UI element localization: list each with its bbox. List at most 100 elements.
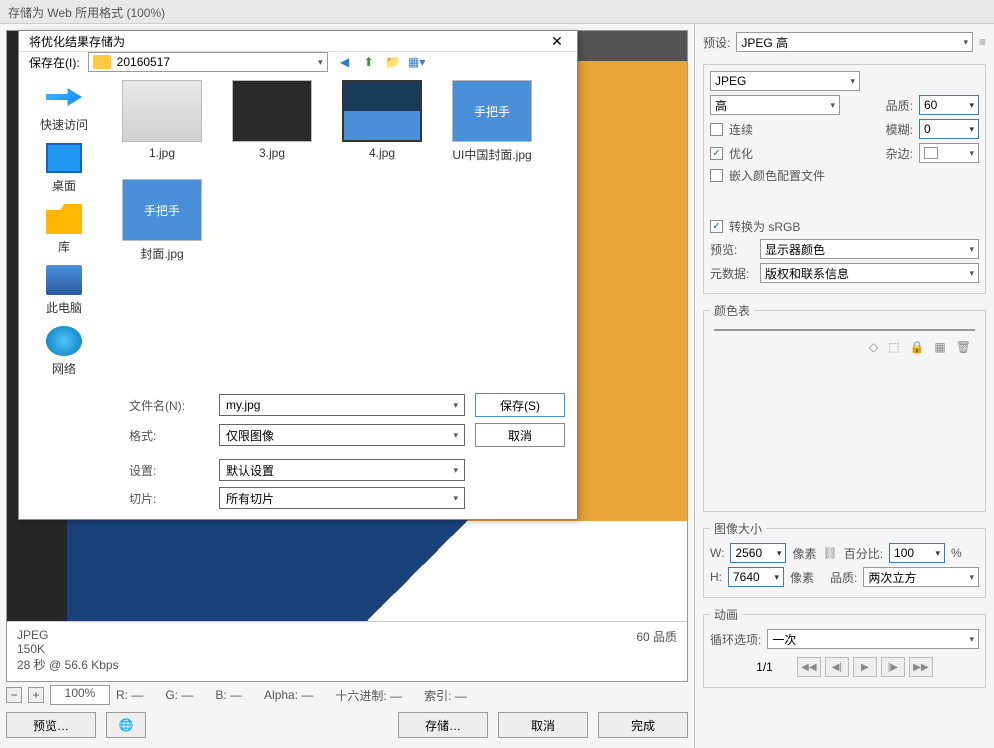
quality-level-select[interactable]: 高: [710, 95, 840, 115]
color-table-title: 颜色表: [710, 302, 754, 319]
file-item[interactable]: 手把手封面.jpg: [117, 179, 207, 262]
dialog-cancel-button[interactable]: 取消: [475, 423, 565, 447]
filename-input[interactable]: my.jpg: [219, 394, 465, 416]
preview-button[interactable]: 预览…: [6, 712, 96, 738]
optimize-checkbox[interactable]: [710, 147, 723, 160]
browser-preview-button[interactable]: 🌐: [106, 712, 146, 738]
folder-icon: [93, 55, 111, 69]
play-button[interactable]: ▶: [853, 657, 877, 677]
place-quick-access[interactable]: 快速访问: [40, 82, 88, 133]
zoom-out-button[interactable]: −: [6, 687, 22, 703]
zoom-select[interactable]: 100%: [50, 685, 110, 705]
preview-mode-label: 预览:: [710, 241, 754, 258]
preview-size: 150K: [17, 642, 677, 656]
srgb-checkbox[interactable]: [710, 220, 723, 233]
up-icon[interactable]: ⬆: [360, 53, 378, 71]
embed-profile-label: 嵌入颜色配置文件: [729, 167, 825, 184]
link-icon[interactable]: ⛓: [822, 546, 837, 560]
back-icon[interactable]: ◀: [336, 53, 354, 71]
format-select[interactable]: 仅限图像: [219, 424, 465, 446]
network-icon: [46, 326, 82, 356]
view-icon[interactable]: ▦▾: [408, 53, 426, 71]
srgb-label: 转换为 sRGB: [729, 218, 800, 235]
preview-mode-select[interactable]: 显示器颜色: [760, 239, 979, 259]
save-as-dialog: 将优化结果存储为 ✕ 保存在(I): 20160517 ◀ ⬆ 📁 ▦▾ 快速访…: [18, 30, 578, 520]
loop-label: 循环选项:: [710, 631, 761, 648]
height-label: H:: [710, 570, 722, 584]
readout-b: B: —: [215, 688, 242, 702]
colortable-tool-icon[interactable]: ◇: [869, 340, 878, 354]
colortable-lock-icon[interactable]: 🔒: [909, 340, 924, 354]
progressive-label: 连续: [729, 121, 753, 138]
colortable-trash-icon[interactable]: 🗑: [956, 340, 971, 354]
blur-label: 模糊:: [886, 121, 913, 138]
file-item[interactable]: 1.jpg: [117, 80, 207, 163]
color-table-grid[interactable]: [714, 329, 975, 331]
animation-section: 动画 循环选项: 一次 1/1 ◀◀ ◀| ▶ |▶ ▶▶: [703, 606, 986, 688]
format-select[interactable]: JPEG: [710, 71, 860, 91]
preset-select[interactable]: JPEG 高: [736, 32, 973, 52]
quality-spinner[interactable]: 60: [919, 95, 979, 115]
first-frame-button[interactable]: ◀◀: [797, 657, 821, 677]
frame-indicator: 1/1: [756, 660, 773, 674]
file-item[interactable]: 4.jpg: [337, 80, 427, 163]
place-desktop[interactable]: 桌面: [46, 143, 82, 194]
preview-quality: 60 品质: [636, 628, 677, 645]
loop-select[interactable]: 一次: [767, 629, 979, 649]
readout-index: 索引: —: [424, 687, 467, 704]
savein-label: 保存在(I):: [29, 54, 80, 71]
settings-panel: 预设: JPEG 高 ≡ JPEG 高 品质: 60 连续 模糊: 0: [694, 24, 994, 748]
file-list[interactable]: 1.jpg 3.jpg 4.jpg 手把手UI中国封面.jpg 手把手封面.jp…: [109, 72, 577, 387]
globe-icon: 🌐: [119, 718, 134, 732]
new-folder-icon[interactable]: 📁: [384, 53, 402, 71]
zoom-in-button[interactable]: +: [28, 687, 44, 703]
resample-label: 品质:: [830, 569, 857, 586]
resample-select[interactable]: 两次立方: [863, 567, 979, 587]
zoom-bar: − + 100% R: — G: — B: — Alpha: — 十六进制: —…: [6, 682, 688, 708]
image-size-section: 图像大小 W: 2560 像素 ⛓ 百分比: 100 % H: 7640 像素 …: [703, 520, 986, 598]
this-pc-icon: [46, 265, 82, 295]
animation-title: 动画: [710, 606, 742, 623]
place-network[interactable]: 网络: [46, 326, 82, 377]
libraries-icon: [46, 204, 82, 234]
place-this-pc[interactable]: 此电脑: [46, 265, 82, 316]
window-titlebar: 存储为 Web 所用格式 (100%): [0, 0, 994, 24]
settings-select[interactable]: 默认设置: [219, 459, 465, 481]
close-button[interactable]: ✕: [547, 31, 567, 51]
places-sidebar: 快速访问 桌面 库 此电脑 网络: [19, 72, 109, 387]
slice-select[interactable]: 所有切片: [219, 487, 465, 509]
next-frame-button[interactable]: |▶: [881, 657, 905, 677]
px-label: 像素: [790, 569, 814, 586]
readout-hex: 十六进制: —: [335, 687, 402, 704]
place-libraries[interactable]: 库: [46, 204, 82, 255]
blur-spinner[interactable]: 0: [919, 119, 979, 139]
prev-frame-button[interactable]: ◀|: [825, 657, 849, 677]
metadata-select[interactable]: 版权和联系信息: [760, 263, 979, 283]
progressive-checkbox[interactable]: [710, 123, 723, 136]
color-table-section: 颜色表 ◇ ⬚ 🔒 ▦ 🗑: [703, 302, 986, 512]
file-item[interactable]: 手把手UI中国封面.jpg: [447, 80, 537, 163]
desktop-icon: [46, 143, 82, 173]
preview-info: JPEG 150K 28 秒 @ 56.6 Kbps 60 品质: [7, 621, 687, 681]
percent-input[interactable]: 100: [889, 543, 945, 563]
thumbnail: [122, 80, 202, 142]
width-input[interactable]: 2560: [730, 543, 786, 563]
matte-select[interactable]: [919, 143, 979, 163]
last-frame-button[interactable]: ▶▶: [909, 657, 933, 677]
file-item[interactable]: 3.jpg: [227, 80, 317, 163]
dialog-save-button[interactable]: 保存(S): [475, 393, 565, 417]
thumbnail: 手把手: [122, 179, 202, 241]
colortable-tool-icon[interactable]: ⬚: [888, 340, 899, 354]
colortable-new-icon[interactable]: ▦: [934, 340, 945, 354]
window-title: 存储为 Web 所用格式 (100%): [8, 6, 165, 20]
embed-profile-checkbox[interactable]: [710, 169, 723, 182]
height-input[interactable]: 7640: [728, 567, 784, 587]
preview-time: 28 秒 @ 56.6 Kbps: [17, 656, 677, 673]
folder-select[interactable]: 20160517: [88, 52, 328, 72]
done-button[interactable]: 完成: [598, 712, 688, 738]
panel-menu-icon[interactable]: ≡: [979, 35, 986, 49]
save-button[interactable]: 存储…: [398, 712, 488, 738]
cancel-button[interactable]: 取消: [498, 712, 588, 738]
settings-label: 设置:: [129, 462, 209, 479]
optimize-label: 优化: [729, 145, 753, 162]
